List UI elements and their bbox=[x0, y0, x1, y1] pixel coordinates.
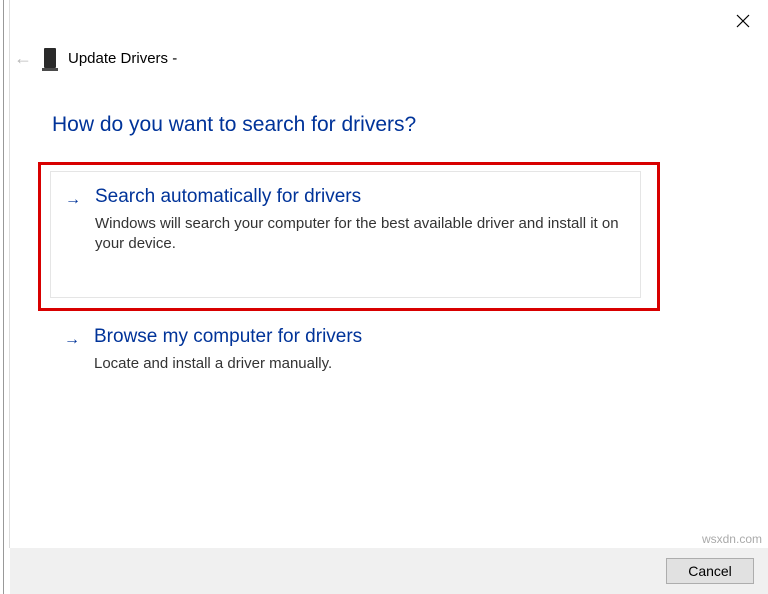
arrow-right-icon: → bbox=[64, 326, 80, 354]
divider bbox=[9, 0, 10, 548]
watermark: wsxdn.com bbox=[702, 532, 762, 546]
option-browse-computer[interactable]: → Browse my computer for drivers Locate … bbox=[50, 318, 641, 388]
divider bbox=[3, 0, 4, 594]
device-icon bbox=[44, 48, 56, 68]
option-title: Search automatically for drivers bbox=[95, 186, 622, 208]
prompt-heading: How do you want to search for drivers? bbox=[52, 113, 416, 137]
update-drivers-dialog: ← Update Drivers - How do you want to se… bbox=[0, 0, 768, 594]
option-description: Windows will search your computer for th… bbox=[95, 214, 622, 255]
dialog-footer: Cancel bbox=[10, 548, 768, 594]
close-icon[interactable] bbox=[736, 14, 750, 30]
breadcrumb: ← Update Drivers - bbox=[14, 48, 177, 68]
option-title: Browse my computer for drivers bbox=[94, 326, 623, 348]
page-title: Update Drivers - bbox=[68, 50, 177, 67]
option-search-automatically[interactable]: → Search automatically for drivers Windo… bbox=[50, 171, 641, 298]
back-arrow-icon[interactable]: ← bbox=[14, 49, 32, 67]
arrow-right-icon: → bbox=[65, 186, 81, 214]
cancel-button[interactable]: Cancel bbox=[666, 558, 754, 584]
option-description: Locate and install a driver manually. bbox=[94, 354, 623, 374]
